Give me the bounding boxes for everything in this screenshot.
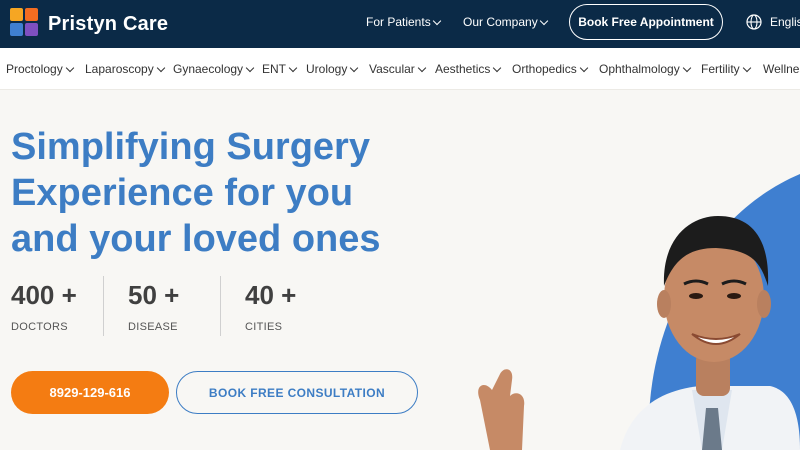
nav-our-company-label: Our Company: [463, 15, 538, 29]
hero-title-line: Simplifying Surgery: [11, 126, 370, 168]
chevron-down-icon: [682, 63, 691, 72]
stat-label: CITIES: [245, 321, 283, 333]
category-ent[interactable]: ENT: [262, 62, 298, 76]
chevron-down-icon: [742, 63, 751, 72]
stat-doctors: 400 + DOCTORS: [11, 280, 77, 333]
category-aesthetics[interactable]: Aesthetics: [435, 62, 502, 76]
nav-for-patients-label: For Patients: [366, 15, 431, 29]
category-laparoscopy[interactable]: Laparoscopy: [85, 62, 165, 76]
brand-name: Pristyn Care: [48, 12, 169, 35]
category-bar: Proctology Laparoscopy Gynaecology ENT U…: [0, 48, 800, 90]
book-free-consultation-button[interactable]: BOOK FREE CONSULTATION: [176, 371, 418, 414]
category-label: Ophthalmology: [599, 62, 680, 76]
stat-label: DISEASE: [128, 321, 178, 333]
pristyn-logo-icon: [6, 6, 42, 42]
chevron-down-icon: [245, 63, 255, 72]
category-orthopedics[interactable]: Orthopedics: [512, 62, 588, 76]
stat-divider: [103, 276, 104, 336]
category-label: Fertility: [701, 62, 740, 76]
category-label: Laparoscopy: [85, 62, 154, 76]
nav-our-company[interactable]: Our Company: [463, 15, 548, 29]
chevron-down-icon: [156, 63, 165, 72]
category-proctology[interactable]: Proctology: [6, 62, 74, 76]
language-selector[interactable]: English: [746, 14, 800, 30]
chevron-down-icon: [65, 63, 74, 72]
chevron-down-icon: [350, 63, 359, 72]
hero-title-line: Experience for you: [11, 172, 354, 214]
category-vascular[interactable]: Vascular: [369, 62, 427, 76]
chevron-down-icon: [432, 16, 441, 25]
call-phone-button[interactable]: 8929-129-616: [11, 371, 169, 414]
category-wellness[interactable]: Wellness: [763, 62, 800, 76]
language-label: English: [770, 15, 800, 29]
nav-for-patients[interactable]: For Patients: [366, 15, 441, 29]
category-label: Orthopedics: [512, 62, 577, 76]
chevron-down-icon: [493, 63, 502, 72]
stat-value: 50 +: [128, 280, 180, 310]
book-free-appointment-button[interactable]: Book Free Appointment: [569, 4, 723, 40]
stat-disease: 50 + DISEASE: [128, 280, 179, 333]
category-label: Wellness: [763, 62, 800, 76]
chevron-down-icon: [288, 63, 298, 72]
category-label: Vascular: [369, 62, 415, 76]
hero-illustration: [470, 90, 800, 450]
logo[interactable]: Pristyn Care: [6, 6, 168, 42]
globe-icon: [746, 14, 762, 30]
chevron-down-icon: [417, 63, 427, 72]
stat-cities: 40 + CITIES: [245, 280, 296, 333]
category-label: Gynaecology: [173, 62, 244, 76]
top-navbar: Pristyn Care For Patients Our Company Bo…: [0, 0, 800, 48]
chevron-down-icon: [579, 63, 588, 72]
stat-label: DOCTORS: [11, 321, 68, 333]
category-ophthalmology[interactable]: Ophthalmology: [599, 62, 691, 76]
category-label: Proctology: [6, 62, 63, 76]
chevron-down-icon: [539, 16, 548, 25]
category-fertility[interactable]: Fertility: [701, 62, 751, 76]
stat-value: 400 +: [11, 280, 77, 310]
category-urology[interactable]: Urology: [306, 62, 359, 76]
hero-title-line: and your loved ones: [11, 218, 381, 260]
category-label: ENT: [262, 62, 286, 76]
hero-title: Simplifying Surgery Experience for you a…: [11, 124, 431, 262]
category-label: Aesthetics: [435, 62, 491, 76]
category-gynaecology[interactable]: Gynaecology: [173, 62, 255, 76]
category-label: Urology: [306, 62, 348, 76]
stat-value: 40 +: [245, 280, 297, 310]
doctor-image: [478, 174, 800, 450]
stat-divider: [220, 276, 221, 336]
